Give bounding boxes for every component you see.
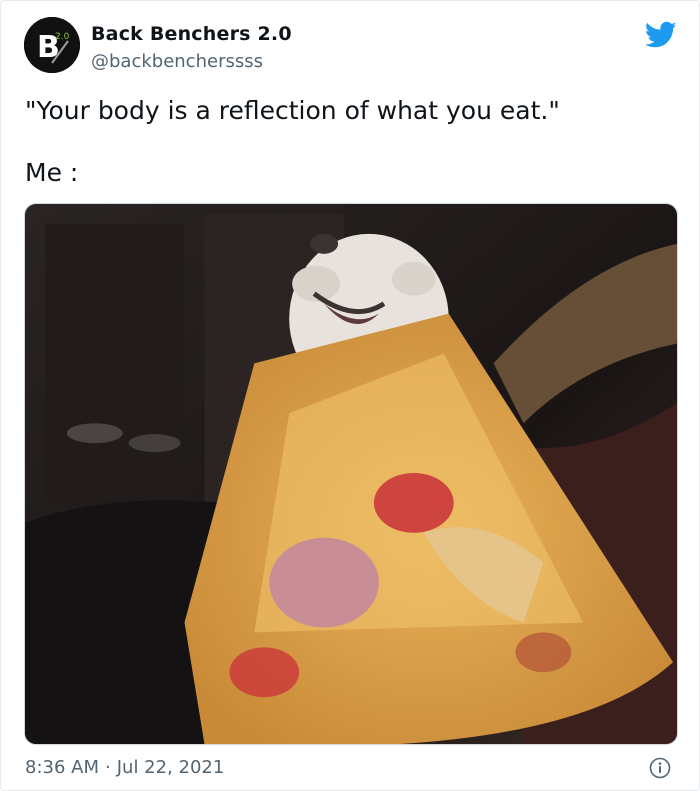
author-avatar[interactable]: B 2.0 — [24, 17, 80, 73]
tweet-text-quote: "Your body is a reflection of what you e… — [25, 96, 560, 125]
tweet-card: B 2.0 Back Benchers 2.0 @backbencherssss… — [0, 0, 700, 791]
photo-dog-wearing-pizza-slice-icon — [25, 204, 677, 744]
twitter-bird-icon[interactable] — [645, 21, 677, 49]
tweet-time: 8:36 AM — [25, 757, 99, 778]
avatar-badge: 2.0 — [55, 32, 70, 42]
timestamp-separator: · — [105, 757, 111, 778]
tweet-text-me: Me : — [25, 158, 79, 187]
info-icon[interactable] — [649, 757, 671, 779]
tweet-photo[interactable] — [24, 203, 678, 745]
tweet-timestamp[interactable]: 8:36 AM · Jul 22, 2021 — [25, 757, 230, 778]
author-display-name[interactable]: Back Benchers 2.0 — [91, 23, 292, 45]
tweet-date: Jul 22, 2021 — [116, 757, 225, 778]
author-handle[interactable]: @backbencherssss — [91, 51, 263, 72]
back-benchers-logo-icon: B 2.0 — [24, 17, 80, 73]
